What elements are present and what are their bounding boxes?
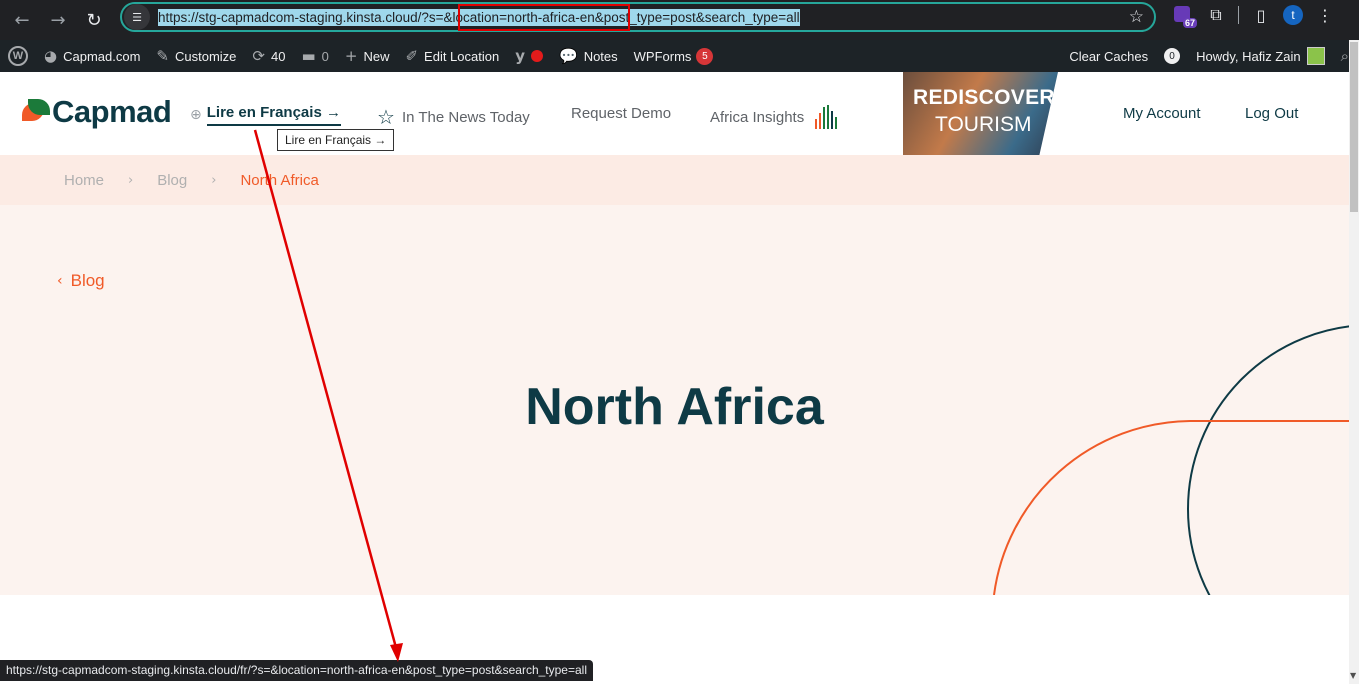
yoast-icon: y [515,47,525,65]
language-link-label: Lire en Français → [206,104,341,126]
nav-africa-insights[interactable]: Africa Insights [710,105,840,129]
star-icon: ☆ [377,105,395,129]
back-icon[interactable]: ← [8,6,36,34]
extension-badge-count: 67 [1182,18,1197,28]
back-link-label: Blog [70,271,105,290]
wpforms-count: 5 [696,47,714,65]
extension-icon[interactable]: 67 [1172,4,1197,28]
forward-icon[interactable]: → [44,6,72,34]
logo-text: Capmad [52,94,172,129]
promo-heading: REDISCOVER [913,86,1055,109]
breadcrumb-blog[interactable]: Blog [157,172,187,189]
customize-label: Customize [174,48,237,64]
toolbar-divider [1238,6,1239,24]
side-panel-icon[interactable]: ▯ [1249,6,1273,25]
page-title: North Africa [525,378,824,436]
new-label: New [363,48,390,64]
notifications-link[interactable]: 0 [1156,40,1188,72]
clear-caches-link[interactable]: Clear Caches [1061,40,1156,72]
site-logo[interactable]: Capmad [20,94,172,130]
logo-mark-icon [20,99,50,125]
site-info-icon[interactable]: ☰ [124,4,150,30]
nav-africa-insights-label: Africa Insights [710,108,805,126]
comments-link[interactable]: ▬ 0 [293,40,336,72]
avatar [1306,47,1325,65]
nav-news-today[interactable]: ☆ In The News Today [377,105,530,129]
edit-location-label: Edit Location [424,48,500,64]
browser-toolbar: ← → ↻ ☰ https://stg-capmadcom-staging.ki… [0,0,1359,40]
chevron-left-icon: ‹ [57,273,63,289]
clear-caches-label: Clear Caches [1069,48,1149,64]
seo-status-dot [531,50,543,62]
back-to-blog-link[interactable]: ‹ Blog [57,271,105,291]
comment-icon: ▬ [301,47,316,65]
updates-count: 40 [270,48,286,64]
plus-icon: + [344,47,358,65]
hero-section: ‹ Blog North Africa [0,205,1349,595]
africa-chart-icon [814,105,840,129]
link-status-bar: https://stg-capmadcom-staging.kinsta.clo… [0,660,593,681]
profile-avatar[interactable]: t [1283,5,1303,25]
address-bar[interactable]: ☰ https://stg-capmadcom-staging.kinsta.c… [120,2,1156,32]
nav-news-today-label: In The News Today [401,108,530,126]
scroll-down-arrow-icon[interactable]: ▼ [1350,671,1356,680]
comments-count: 0 [321,48,329,64]
howdy-label: Howdy, Hafiz Zain [1196,48,1301,64]
scrollbar-thumb[interactable] [1350,42,1358,212]
new-content-menu[interactable]: + New [337,40,398,72]
dashboard-icon: ◕ [44,47,58,65]
customize-link[interactable]: ✎ Customize [148,40,244,72]
site-name-menu[interactable]: ◕ Capmad.com [36,40,148,72]
wp-admin-bar: W ◕ Capmad.com ✎ Customize ⟳ 40 ▬ 0 + New ✐ Ed… [0,40,1359,72]
nav-request-demo-label: Request Demo [571,105,672,122]
updates-icon: ⟳ [252,47,265,65]
chevron-right-icon: › [211,172,217,188]
rediscover-tourism-banner[interactable]: REDISCOVER TOURISM [903,72,1058,155]
pencil-icon: ✐ [405,47,419,65]
wpforms-menu[interactable]: WPForms 5 [626,40,722,72]
nav-request-demo[interactable]: Request Demo [571,105,671,122]
site-header: Capmad ⊕ Lire en Français → Lire en Fran… [0,72,1349,155]
bookmark-star-icon[interactable]: ☆ [1129,7,1144,27]
promo-subheading: TOURISM [935,113,1032,136]
notifications-count: 0 [1164,48,1181,64]
puzzle-icon[interactable]: ⧉ [1204,5,1228,25]
yoast-menu[interactable]: y [507,40,551,72]
account-menu[interactable]: Howdy, Hafiz Zain [1188,40,1333,72]
brush-icon: ✎ [156,47,169,65]
globe-icon: ⊕ [190,107,202,123]
speech-bubble-icon: 💬 [559,47,578,65]
breadcrumb-home[interactable]: Home [64,172,104,189]
url-annotation-box [458,4,630,31]
breadcrumb: Home › Blog › North Africa [0,155,1349,205]
site-name-label: Capmad.com [63,48,141,64]
url-prefix: https://stg-capmadcom-staging.kinsta.clo… [158,9,444,25]
reload-icon[interactable]: ↻ [80,6,108,34]
wp-logo-menu[interactable]: W [0,40,36,72]
language-switcher[interactable]: ⊕ Lire en Français → [190,104,341,126]
wordpress-icon: W [8,46,28,66]
breadcrumb-current: North Africa [240,171,319,189]
notes-link[interactable]: 💬 Notes [551,40,626,72]
chevron-right-icon: › [128,172,134,188]
menu-dots-icon[interactable]: ⋮ [1313,6,1337,25]
log-out-link[interactable]: Log Out [1245,105,1298,122]
my-account-link[interactable]: My Account [1123,105,1201,122]
search-icon: ⌕ [1340,47,1349,65]
page-scrollbar[interactable]: ▼ [1349,40,1359,684]
language-tooltip: Lire en Français → [277,129,395,151]
wpforms-label: WPForms [633,48,692,64]
edit-location-link[interactable]: ✐ Edit Location [397,40,507,72]
updates-link[interactable]: ⟳ 40 [244,40,293,72]
notes-label: Notes [583,48,618,64]
